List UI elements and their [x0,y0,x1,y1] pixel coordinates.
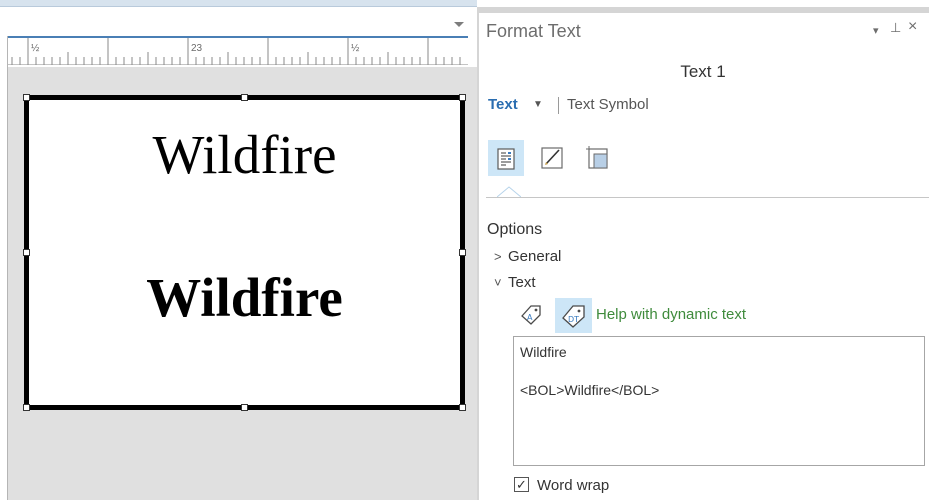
text-frame-icon [586,146,608,169]
options-icon [497,148,515,170]
text-section-label: Text [508,274,536,291]
resize-handle-right[interactable] [459,249,466,256]
pane-title: Format Text [486,21,581,41]
tab-text[interactable]: Text [488,96,518,113]
chevron-down-icon: ˅ [494,275,502,290]
text-tag-icon: A [521,305,541,325]
options-heading: Options [487,221,543,238]
pane-menu-icon[interactable]: ▾ [873,24,879,37]
ruler-label-half-1: ½ [31,43,40,54]
resize-handle-left[interactable] [23,249,30,256]
tab-separator [558,97,559,114]
symbol-tool-button[interactable] [534,140,570,176]
text-content-input[interactable]: Wildfire <BOL>Wildfire</BOL> [513,336,925,466]
ruler-label-half-2: ½ [351,43,360,54]
pane-pin-icon[interactable]: ⊥ [890,20,901,36]
text-content-line-1: Wildfire [520,344,567,360]
insert-dynamic-text-button[interactable]: DT [555,298,592,333]
element-name: Text 1 [680,62,726,81]
resize-handle-top-left[interactable] [23,94,30,101]
help-dynamic-text-link[interactable]: Help with dynamic text [596,306,746,323]
resize-handle-bottom[interactable] [241,404,248,411]
layout-top-line [0,6,477,7]
horizontal-ruler: ½ 23 ½ [8,36,468,67]
text-line-regular: Wildfire [152,124,337,185]
resize-handle-bottom-left[interactable] [23,404,30,411]
text-section-toggle[interactable]: ˅ Text [494,274,536,291]
pane-close-icon[interactable]: × [908,18,917,36]
layout-dropdown-icon[interactable] [454,22,464,27]
text-content-line-3: <BOL>Wildfire</BOL> [520,382,660,398]
word-wrap-checkbox[interactable]: ✓ [514,477,529,492]
resize-handle-top-right[interactable] [459,94,466,101]
text-line-bold: Wildfire [146,267,343,328]
ruler-label-23: 23 [191,43,203,54]
word-wrap-label: Word wrap [537,477,610,494]
svg-text:A: A [527,313,533,322]
resize-handle-top[interactable] [241,94,248,101]
text-frame-tool-button[interactable] [580,140,616,176]
layout-view: ½ 23 ½ Wildfire Wildfire [0,0,477,500]
general-section-toggle[interactable]: > General [494,248,561,265]
tab-text-symbol[interactable]: Text Symbol [567,96,649,113]
svg-text:DT: DT [568,315,579,324]
resize-handle-bottom-right[interactable] [459,404,466,411]
tab-text-dropdown-icon[interactable]: ▼ [533,99,543,110]
chevron-right-icon: > [494,249,502,264]
insert-text-formatting-button[interactable]: A [516,300,546,330]
pane-top-bar [477,7,929,13]
tool-tabs-underline [486,197,929,198]
ruler-ticks [8,38,468,65]
dynamic-text-tag-icon: DT [562,305,585,328]
options-tool-button[interactable] [488,140,524,176]
pencil-icon [541,147,563,169]
general-section-label: General [508,248,562,265]
format-text-pane: Format Text ▾ ⊥ × Text 1 Text ▼ Text Sym… [477,0,929,500]
